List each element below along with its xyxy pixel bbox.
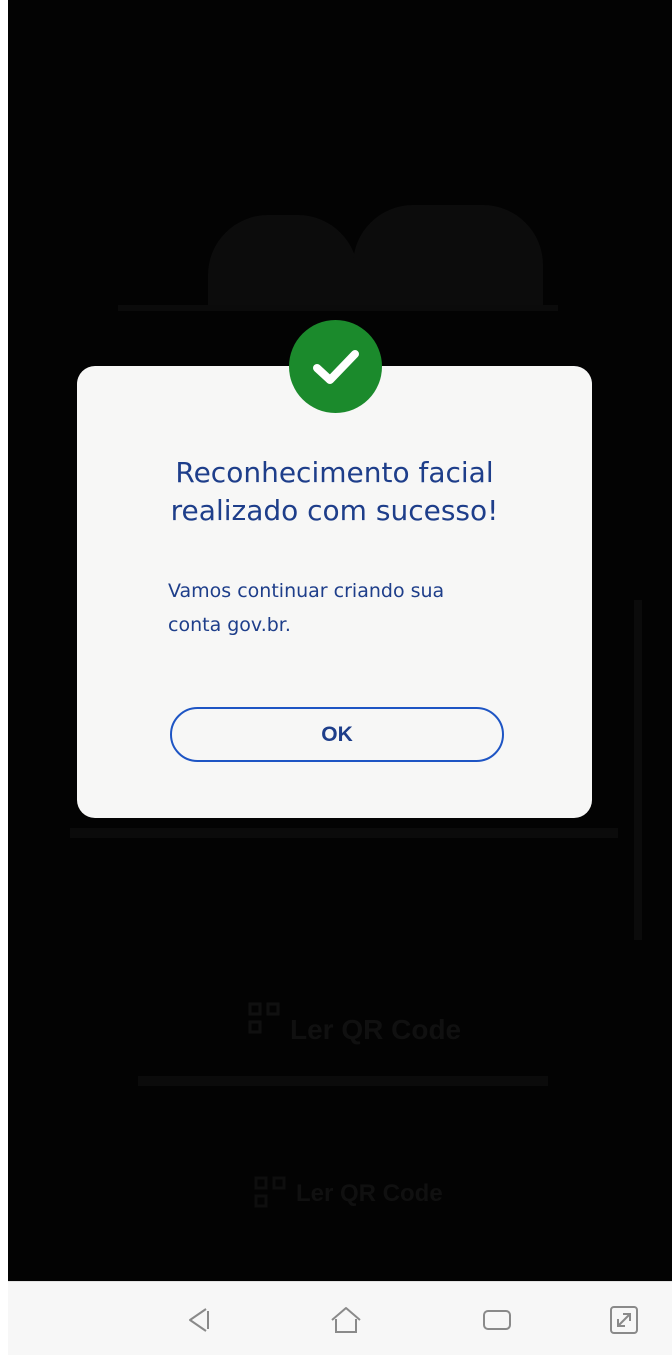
background-caption	[138, 1076, 548, 1086]
background-illustration	[208, 215, 358, 305]
screen-expand-icon	[610, 1306, 638, 1334]
dialog-title: Reconhecimento facial realizado com suce…	[77, 454, 592, 530]
dialog-message: Vamos continuar criando sua conta gov.br…	[168, 574, 528, 642]
home-button[interactable]	[328, 1302, 364, 1338]
screen-expand-button[interactable]	[606, 1302, 642, 1338]
back-icon	[189, 1308, 209, 1332]
back-button[interactable]	[180, 1302, 216, 1338]
success-dialog: Reconhecimento facial realizado com suce…	[77, 366, 592, 818]
home-icon	[331, 1307, 361, 1333]
recents-button[interactable]	[479, 1302, 515, 1338]
background-divider	[118, 305, 558, 311]
background-divider-2	[70, 828, 618, 838]
dialog-message-line-2: conta gov.br.	[168, 614, 291, 636]
background-illustration-2	[353, 205, 543, 305]
qr-code-icon	[248, 1002, 280, 1034]
read-qr-code-label: Ler QR Code	[290, 1014, 462, 1045]
dialog-message-line-1: Vamos continuar criando sua	[168, 580, 445, 602]
recents-icon	[483, 1310, 511, 1330]
dialog-title-line-1: Reconhecimento facial	[175, 456, 494, 489]
success-check-badge	[289, 320, 382, 413]
ok-button[interactable]: OK	[170, 707, 504, 762]
qr-code-icon-2	[254, 1176, 286, 1208]
dialog-title-line-2: realizado com sucesso!	[170, 494, 499, 527]
system-navigation-bar	[8, 1281, 672, 1355]
background-scrollbar	[634, 600, 642, 940]
read-qr-code-label-2: Ler QR Code	[296, 1180, 443, 1207]
check-icon	[312, 349, 359, 384]
